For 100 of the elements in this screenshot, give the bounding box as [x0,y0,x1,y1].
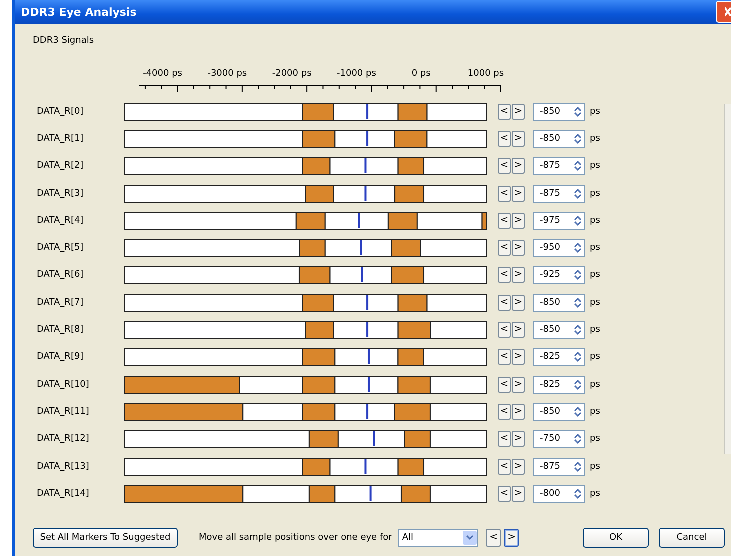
sample-spinbox[interactable]: -850 [533,294,585,312]
unit-label: ps [590,188,600,199]
previous-eye-button[interactable]: < [498,486,511,502]
sample-spinbox[interactable]: -950 [533,239,585,258]
previous-eye-button[interactable]: < [498,104,511,120]
axis-label: -1000 ps [337,69,376,79]
sample-marker[interactable] [368,350,370,365]
open-segment [430,321,488,340]
sample-spinbox[interactable]: -750 [533,430,585,448]
next-eye-button[interactable]: > [512,458,525,474]
edge-segment [398,321,432,340]
open-segment [324,239,392,258]
set-markers-button[interactable]: Set All Markers To Suggested [33,528,178,548]
ok-button[interactable]: OK [583,528,649,548]
sample-marker[interactable] [366,104,369,120]
next-eye-button[interactable]: > [512,376,525,393]
sample-marker[interactable] [366,322,369,338]
edge-segment [296,212,326,230]
sample-spinbox[interactable]: -925 [533,266,585,284]
sample-spinbox[interactable]: -875 [533,157,585,176]
sample-marker[interactable] [370,486,372,502]
next-eye-button[interactable]: > [512,240,525,256]
sample-spinbox[interactable]: -825 [533,376,585,394]
open-segment [324,212,389,230]
next-eye-button[interactable]: > [512,349,525,366]
edge-segment [302,157,331,176]
scrollbar[interactable] [724,104,731,454]
sample-marker[interactable] [364,459,367,474]
edge-segment [302,376,336,394]
previous-eye-button[interactable]: < [498,458,511,474]
previous-eye-button[interactable]: < [498,294,511,311]
sample-marker[interactable] [368,377,370,392]
sample-marker[interactable] [360,240,362,256]
signal-name: DATA_R[11] [36,406,90,417]
open-segment [330,157,399,176]
sample-spinbox[interactable]: -875 [533,184,585,203]
previous-eye-button[interactable]: < [498,158,511,174]
sample-spinbox[interactable]: -850 [533,402,585,421]
previous-eye-button[interactable]: < [498,376,511,393]
previous-eye-button[interactable]: < [498,212,511,229]
axis-label: -3000 ps [208,69,248,79]
previous-eye-button[interactable]: < [498,267,511,284]
next-eye-button[interactable]: > [512,212,525,229]
open-segment [333,184,396,203]
unit-label: ps [590,352,600,362]
axis-label: 0 ps [412,69,431,79]
sample-spinbox[interactable]: -825 [533,348,585,366]
next-eye-button[interactable]: > [512,186,525,202]
previous-eye-button[interactable]: < [498,349,511,366]
previous-eye-button[interactable]: < [498,404,511,420]
close-button[interactable] [716,1,731,23]
signal-name: DATA_R[9] [36,352,85,362]
sample-marker[interactable] [364,186,367,202]
sample-marker[interactable] [366,404,369,420]
previous-eye-button[interactable]: < [498,186,511,202]
edge-segment [482,212,488,230]
sample-marker[interactable] [366,295,369,310]
sample-spinbox[interactable]: -850 [533,321,585,340]
edge-segment [299,239,326,258]
next-eye-button[interactable]: > [512,486,525,502]
sample-marker[interactable] [358,213,360,228]
open-segment [334,376,399,394]
previous-eye-button[interactable]: < [498,240,511,256]
edge-segment [308,484,336,503]
next-eye-button[interactable]: > [512,404,525,420]
signal-name: DATA_R[8] [36,325,85,336]
unit-label: ps [590,106,600,117]
unit-label: ps [590,216,600,226]
previous-eye-button[interactable]: < [498,130,511,147]
edge-segment [388,212,418,230]
cancel-button[interactable]: Cancel [659,528,725,548]
previous-eye-button[interactable]: < [498,431,511,448]
sample-spinbox[interactable]: -975 [533,212,585,230]
move-label: Move all sample positions over one eye for [199,533,392,543]
previous-eye-button[interactable]: < [498,322,511,338]
sample-spinbox[interactable]: -850 [533,130,585,148]
sample-spinbox[interactable]: -850 [533,102,585,121]
next-eye-button[interactable]: > [512,322,525,338]
edge-segment [302,458,331,476]
open-segment [424,266,488,284]
next-eye-button[interactable]: > [512,158,525,174]
signal-name: DATA_R[14] [36,488,90,499]
sample-marker[interactable] [373,432,376,447]
scope-dropdown[interactable]: All [398,529,478,547]
group-label: DDR3 Signals [33,36,94,46]
next-eye-button[interactable]: > [512,431,525,448]
next-eye-button[interactable]: > [512,130,525,147]
sample-marker[interactable] [366,131,369,146]
shift-eye-button[interactable]: > [504,529,520,547]
next-eye-button[interactable]: > [512,267,525,284]
next-eye-button[interactable]: > [512,294,525,311]
sample-marker[interactable] [364,158,367,174]
sample-spinbox[interactable]: -800 [533,484,585,503]
shift-eye-button[interactable]: < [486,529,502,547]
edge-segment [398,294,428,312]
sample-marker[interactable] [361,268,364,283]
open-segment [430,430,488,448]
sample-spinbox[interactable]: -875 [533,458,585,476]
next-eye-button[interactable]: > [512,104,525,120]
edge-segment [306,321,334,340]
